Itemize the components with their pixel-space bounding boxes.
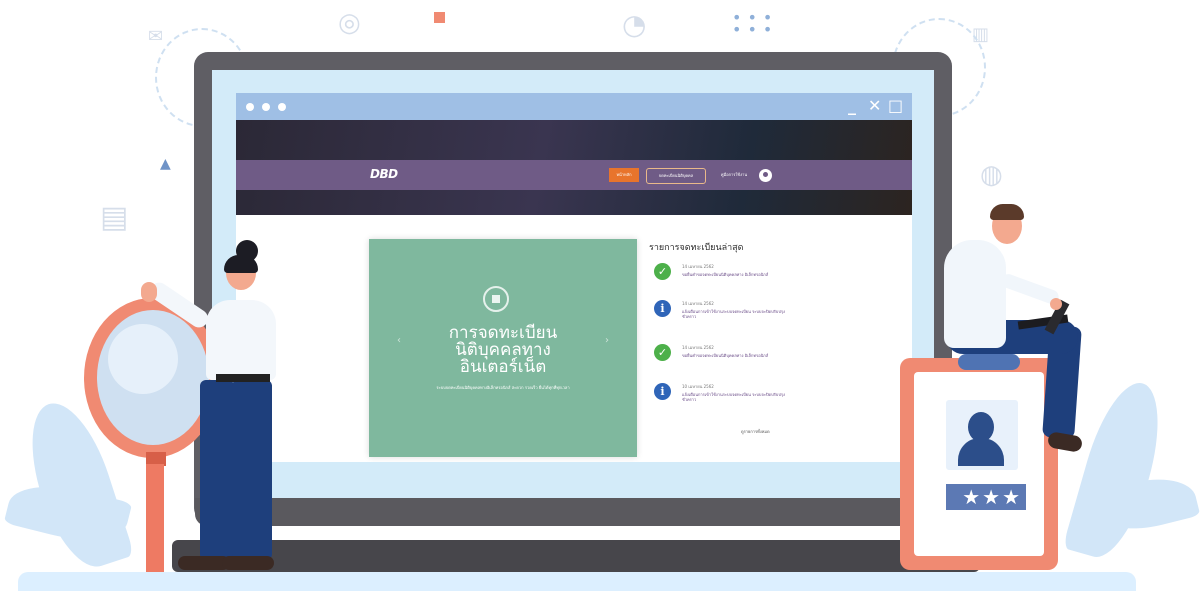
nav-register-button[interactable]: จดทะเบียนนิติบุคคล bbox=[646, 168, 706, 184]
window-dot bbox=[262, 103, 270, 111]
bar-chart-icon: ▤ bbox=[100, 200, 129, 235]
hero-image: DBD หน้าหลัก จดทะเบียนนิติบุคคล คู่มือกา… bbox=[236, 120, 912, 215]
item-text: ขอยื่นคำขอจดทะเบียนนิติบุคคลทาง อิเล็กทร… bbox=[682, 272, 769, 277]
rating-stars: ★★★ bbox=[946, 484, 1026, 510]
item-date: 14 เมษายน 2562 bbox=[682, 301, 714, 306]
man-shirt bbox=[944, 240, 1006, 348]
banner-icon bbox=[483, 286, 509, 312]
minimize-button[interactable]: _ bbox=[848, 97, 856, 115]
list-item[interactable]: ✓ 14 เมษายน 2562 ขอยื่นคำขอจดทะเบียนนิติ… bbox=[654, 344, 894, 384]
banner-title: การจดทะเบียน นิติบุคคลทาง อินเตอร์เน็ต bbox=[369, 325, 637, 376]
woman-top bbox=[206, 300, 276, 380]
envelope-icon: ✉ bbox=[148, 26, 164, 47]
dots-icon: ••• ••• bbox=[732, 8, 779, 39]
woman-pants bbox=[232, 380, 272, 560]
woman-hand bbox=[141, 282, 157, 302]
square-icon bbox=[434, 12, 445, 23]
item-date: 10 เมษายน 2562 bbox=[682, 384, 714, 389]
man-hand bbox=[1050, 298, 1062, 310]
pie-chart-icon: ◔ bbox=[622, 8, 647, 41]
globe-icon: ◍ bbox=[980, 160, 1003, 190]
floor bbox=[18, 572, 1136, 591]
site-navbar: DBD หน้าหลัก จดทะเบียนนิติบุคคล คู่มือกา… bbox=[236, 160, 912, 190]
banner-description: ระบบจดทะเบียนนิติบุคคลทางอิเล็กทรอนิกส์ … bbox=[436, 385, 570, 390]
man-seat bbox=[958, 354, 1020, 370]
item-text: ขอยื่นคำขอจดทะเบียนนิติบุคคลทาง อิเล็กทร… bbox=[682, 353, 769, 358]
magnifier-shine bbox=[108, 324, 178, 394]
illustration-scene: ✉ ◎ ◔ •••••• ▥ ▲ ▤ ◍ _ ✕ □ DBD หน้าหลัก bbox=[0, 0, 1202, 591]
man-hair bbox=[990, 204, 1024, 220]
item-text: แจ้งเตือนการเข้าใช้งานระบบจดทะเบียน ระบบ… bbox=[682, 392, 785, 402]
woman-shoe bbox=[222, 556, 274, 570]
woman-pants bbox=[200, 380, 234, 560]
nav-guide-link[interactable]: คู่มือการใช้งาน bbox=[715, 168, 753, 182]
list-item[interactable]: i 10 เมษายน 2562 แจ้งเตือนการเข้าใช้งานร… bbox=[654, 383, 894, 423]
laptop-base bbox=[172, 540, 980, 572]
browser-titlebar: _ ✕ □ bbox=[236, 93, 912, 120]
triangle-icon: ▲ bbox=[160, 156, 171, 172]
magnifier-handle bbox=[146, 464, 164, 572]
close-button[interactable]: ✕ bbox=[868, 97, 881, 115]
laptop-chin bbox=[195, 498, 950, 526]
item-date: 14 เมษายน 2562 bbox=[682, 264, 714, 269]
site-logo[interactable]: DBD bbox=[370, 167, 398, 181]
target-icon: ◎ bbox=[338, 8, 361, 38]
leaf bbox=[1062, 374, 1174, 566]
nav-home-button[interactable]: หน้าหลัก bbox=[609, 168, 639, 182]
check-icon: ✓ bbox=[654, 263, 671, 280]
banner-title-line: อินเตอร์เน็ต bbox=[459, 357, 547, 377]
browser-window: _ ✕ □ DBD หน้าหลัก จดทะเบียนนิติบุคคล คู… bbox=[236, 93, 912, 462]
window-dot bbox=[246, 103, 254, 111]
item-text: แจ้งเตือนการเข้าใช้งานระบบจดทะเบียน ระบบ… bbox=[682, 309, 785, 319]
window-dot bbox=[278, 103, 286, 111]
item-date: 14 เมษายน 2562 bbox=[682, 345, 714, 350]
maximize-button[interactable]: □ bbox=[888, 97, 903, 115]
check-icon: ✓ bbox=[654, 344, 671, 361]
info-icon: i bbox=[654, 300, 671, 317]
list-item[interactable]: i 14 เมษายน 2562 แจ้งเตือนการเข้าใช้งานร… bbox=[654, 300, 894, 340]
registration-banner[interactable]: ‹ › การจดทะเบียน นิติบุคคลทาง อินเตอร์เน… bbox=[369, 239, 637, 457]
see-all-link[interactable]: ดูรายการทั้งหมด bbox=[741, 428, 770, 435]
latest-registrations-title: รายการจดทะเบียนล่าสุด bbox=[649, 243, 744, 253]
woman-hair bbox=[224, 255, 258, 273]
list-item[interactable]: ✓ 14 เมษายน 2562 ขอยื่นคำขอจดทะเบียนนิติ… bbox=[654, 263, 894, 303]
info-icon: i bbox=[654, 383, 671, 400]
user-icon[interactable] bbox=[759, 169, 772, 182]
woman-belt bbox=[216, 374, 270, 382]
